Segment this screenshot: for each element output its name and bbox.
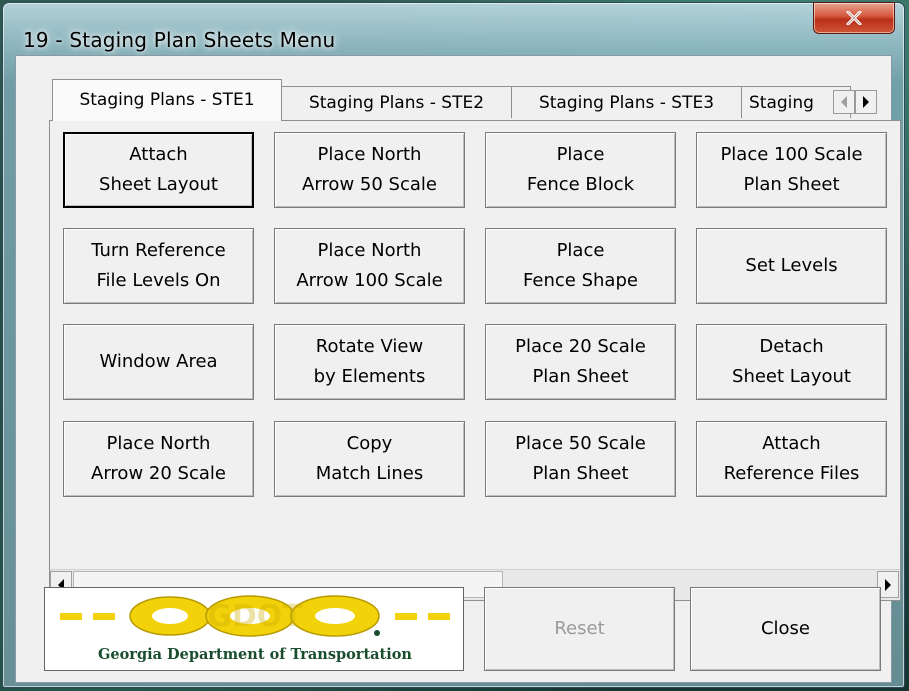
- attach-reference-files-button[interactable]: Attach Reference Files: [696, 421, 887, 497]
- tab-staging-plans-ste2[interactable]: Staging Plans - STE2: [281, 86, 512, 118]
- place-100-scale-plan-sheet-button[interactable]: Place 100 Scale Plan Sheet: [696, 132, 887, 208]
- place-fence-block-button[interactable]: Place Fence Block: [485, 132, 676, 208]
- place-20-scale-plan-sheet-button[interactable]: Place 20 Scale Plan Sheet: [485, 324, 676, 400]
- place-fence-shape-button[interactable]: Place Fence Shape: [485, 228, 676, 304]
- tab-staging-plans-ste1[interactable]: Staging Plans - STE1: [52, 79, 282, 121]
- arrow-right-icon: [885, 578, 891, 591]
- window-title: 19 - Staging Plan Sheets Menu: [23, 28, 336, 52]
- place-50-scale-plan-sheet-button[interactable]: Place 50 Scale Plan Sheet: [485, 421, 676, 497]
- attach-sheet-layout-button[interactable]: Attach Sheet Layout: [63, 132, 254, 208]
- turn-reference-file-levels-on-button[interactable]: Turn Reference File Levels On: [63, 228, 254, 304]
- tab-strip: Staging Plans - STE1 Staging Plans - STE…: [52, 79, 900, 121]
- tab-panel: Attach Sheet Layout Place North Arrow 50…: [49, 120, 901, 601]
- place-north-arrow-100-scale-button[interactable]: Place North Arrow 100 Scale: [274, 228, 465, 304]
- copy-match-lines-button[interactable]: Copy Match Lines: [274, 421, 465, 497]
- detach-sheet-layout-button[interactable]: Detach Sheet Layout: [696, 324, 887, 400]
- gdot-logo-text: GDOT: [207, 599, 303, 634]
- place-north-arrow-20-scale-button[interactable]: Place North Arrow 20 Scale: [63, 421, 254, 497]
- close-icon: [846, 11, 862, 25]
- dialog-client-area: Staging Plans - STE1 Staging Plans - STE…: [15, 55, 901, 683]
- window-close-button[interactable]: [813, 2, 895, 34]
- window-area-button[interactable]: Window Area: [63, 324, 254, 400]
- gdot-logo-graphic: GDOT: [60, 595, 450, 637]
- staging-menu-window: 19 - Staging Plan Sheets Menu Staging Pl…: [2, 2, 905, 688]
- title-bar[interactable]: 19 - Staging Plan Sheets Menu: [3, 2, 904, 52]
- tab-scroll-left-button[interactable]: [833, 90, 855, 114]
- set-levels-button[interactable]: Set Levels: [696, 228, 887, 304]
- gdot-logo: GDOT Georgia Department of Transportatio…: [44, 587, 464, 671]
- reset-button[interactable]: Reset: [484, 587, 675, 671]
- chevron-right-icon: [863, 96, 869, 108]
- tab-scroll-right-button[interactable]: [855, 90, 877, 114]
- chevron-left-icon: [841, 96, 847, 108]
- place-north-arrow-50-scale-button[interactable]: Place North Arrow 50 Scale: [274, 132, 465, 208]
- gdot-logo-caption: Georgia Department of Transportation: [98, 646, 412, 663]
- close-button[interactable]: Close: [690, 587, 881, 671]
- rotate-view-by-elements-button[interactable]: Rotate View by Elements: [274, 324, 465, 400]
- tab-staging-plans-ste3[interactable]: Staging Plans - STE3: [511, 86, 742, 118]
